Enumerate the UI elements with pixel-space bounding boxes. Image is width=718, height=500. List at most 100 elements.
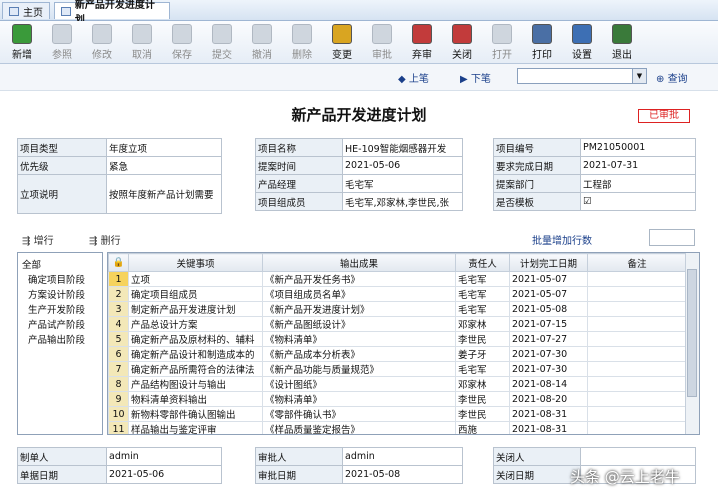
- delete-row-button[interactable]: ⇶ 删行: [89, 232, 121, 247]
- tab-home[interactable]: 主页: [2, 2, 50, 19]
- col-header[interactable]: 计划完工日期: [509, 253, 588, 272]
- tree-node[interactable]: 方案设计阶段: [28, 287, 85, 301]
- project-name-field[interactable]: HE-109智能烟感器开发: [342, 138, 463, 157]
- toolbar-button[interactable]: 撤消: [244, 23, 280, 61]
- col-header[interactable]: 责任人: [455, 253, 510, 272]
- table-row[interactable]: 4 产品总设计方案 《新产品图纸设计》 邓家林 2021-07-15: [108, 316, 687, 332]
- table-cell[interactable]: 样品输出与鉴定评审: [128, 421, 263, 434]
- toolbar-button[interactable]: 删除: [284, 23, 320, 61]
- table-row[interactable]: 5 确定新产品及原材料的、辅料 《物料清单》 李世民 2021-07-27: [108, 331, 687, 347]
- col-header[interactable]: 关键事项: [128, 253, 263, 272]
- batch-add-rows-link[interactable]: 批量增加行数: [532, 232, 592, 247]
- table-cell[interactable]: [587, 316, 687, 332]
- table-row[interactable]: 3 制定新产品开发进度计划 《新产品开发进度计划》 毛宅军 2021-05-08: [108, 301, 687, 317]
- table-row[interactable]: 2 确定项目组成员 《项目组成员名单》 毛宅军 2021-05-07: [108, 286, 687, 302]
- table-cell[interactable]: 《新产品开发进度计划》: [262, 301, 456, 317]
- tree-node[interactable]: 产品输出阶段: [28, 332, 85, 346]
- toolbar-button[interactable]: 提交: [204, 23, 240, 61]
- table-cell[interactable]: 邓家林: [455, 376, 510, 392]
- add-row-button[interactable]: ⇶ 增行: [22, 232, 54, 247]
- table-cell[interactable]: [587, 331, 687, 347]
- table-cell[interactable]: 《新产品功能与质量规范》: [262, 361, 456, 377]
- table-cell[interactable]: 2021-08-31: [509, 406, 588, 422]
- tab-dev-plan[interactable]: 新产品开发进度计划: [54, 0, 170, 26]
- table-cell[interactable]: 西施: [455, 421, 510, 434]
- toolbar-button[interactable]: 修改: [84, 23, 120, 61]
- table-cell[interactable]: 2021-05-07: [509, 271, 588, 287]
- table-cell[interactable]: 2021-07-27: [509, 331, 588, 347]
- table-cell[interactable]: 邓家林: [455, 316, 510, 332]
- batch-count-input[interactable]: [649, 229, 695, 246]
- table-cell[interactable]: [587, 421, 687, 434]
- table-cell[interactable]: 2021-07-30: [509, 346, 588, 362]
- toolbar-button[interactable]: 保存: [164, 23, 200, 61]
- toolbar-button[interactable]: 关闭: [444, 23, 480, 61]
- toolbar-button[interactable]: 新增: [4, 23, 40, 61]
- department-field[interactable]: 工程部: [580, 174, 696, 193]
- table-cell[interactable]: 确定新产品所需符合的法律法: [128, 361, 263, 377]
- table-cell[interactable]: 《新产品开发任务书》: [262, 271, 456, 287]
- table-cell[interactable]: 《零部件确认书》: [262, 406, 456, 422]
- tree-node[interactable]: 全部: [22, 257, 41, 271]
- tree-node[interactable]: 产品试产阶段: [28, 317, 85, 331]
- table-cell[interactable]: 《设计图纸》: [262, 376, 456, 392]
- col-header[interactable]: 备注: [587, 253, 687, 272]
- toolbar-button[interactable]: 参照: [44, 23, 80, 61]
- grid-scrollbar[interactable]: [685, 253, 699, 434]
- toolbar-button[interactable]: 审批: [364, 23, 400, 61]
- table-cell[interactable]: 确定项目组成员: [128, 286, 263, 302]
- table-cell[interactable]: 2021-07-30: [509, 361, 588, 377]
- table-cell[interactable]: 产品总设计方案: [128, 316, 263, 332]
- table-cell[interactable]: [587, 346, 687, 362]
- toolbar-button[interactable]: 弃审: [404, 23, 440, 61]
- table-cell[interactable]: [587, 406, 687, 422]
- project-no-field[interactable]: PM21050001: [580, 138, 696, 157]
- next-record-link[interactable]: ▶ 下笔: [460, 70, 491, 85]
- table-cell[interactable]: 立项: [128, 271, 263, 287]
- priority-field[interactable]: 紧急: [106, 156, 222, 175]
- table-cell[interactable]: 毛宅军: [455, 286, 510, 302]
- toolbar-button[interactable]: 取消: [124, 23, 160, 61]
- table-cell[interactable]: 2021-05-07: [509, 286, 588, 302]
- table-cell[interactable]: 2021-08-14: [509, 376, 588, 392]
- table-cell[interactable]: 姜子牙: [455, 346, 510, 362]
- table-row[interactable]: 10 新物料零部件确认图输出 《零部件确认书》 李世民 2021-08-31: [108, 406, 687, 422]
- table-cell[interactable]: 2021-08-20: [509, 391, 588, 407]
- tree-node[interactable]: 生产开发阶段: [28, 302, 85, 316]
- table-row[interactable]: 11 样品输出与鉴定评审 《样品质量鉴定报告》 西施 2021-08-31: [108, 421, 687, 434]
- product-manager-field[interactable]: 毛宅军: [342, 174, 463, 193]
- table-cell[interactable]: 新物料零部件确认图输出: [128, 406, 263, 422]
- table-cell[interactable]: 毛宅军: [455, 301, 510, 317]
- table-cell[interactable]: 物料清单资料输出: [128, 391, 263, 407]
- table-cell[interactable]: [587, 391, 687, 407]
- table-cell[interactable]: 制定新产品开发进度计划: [128, 301, 263, 317]
- table-cell[interactable]: 《物料清单》: [262, 391, 456, 407]
- table-cell[interactable]: 《新产品图纸设计》: [262, 316, 456, 332]
- toolbar-button[interactable]: 打印: [524, 23, 560, 61]
- table-cell[interactable]: 确定新产品设计和制造成本的: [128, 346, 263, 362]
- record-search-combo[interactable]: ▼: [517, 68, 647, 84]
- prev-record-link[interactable]: ◆ 上笔: [398, 70, 429, 85]
- tree-node[interactable]: 确定项目阶段: [28, 272, 85, 286]
- project-desc-field[interactable]: 按照年度新产品计划需要: [106, 174, 222, 214]
- scroll-thumb[interactable]: [687, 269, 697, 397]
- proposal-date-field[interactable]: 2021-05-06: [342, 156, 463, 175]
- table-cell[interactable]: 《项目组成员名单》: [262, 286, 456, 302]
- table-cell[interactable]: 《样品质量鉴定报告》: [262, 421, 456, 434]
- project-type-field[interactable]: 年度立项: [106, 138, 222, 157]
- table-cell[interactable]: 2021-07-15: [509, 316, 588, 332]
- table-cell[interactable]: 毛宅军: [455, 271, 510, 287]
- team-members-field[interactable]: 毛宅军,邓家林,李世民,张: [342, 192, 463, 211]
- table-cell[interactable]: 李世民: [455, 406, 510, 422]
- toolbar-button[interactable]: 打开: [484, 23, 520, 61]
- table-row[interactable]: 1 立项 《新产品开发任务书》 毛宅军 2021-05-07: [108, 271, 687, 287]
- table-cell[interactable]: [587, 286, 687, 302]
- table-cell[interactable]: [587, 376, 687, 392]
- toolbar-button[interactable]: 变更: [324, 23, 360, 61]
- toolbar-button[interactable]: 设置: [564, 23, 600, 61]
- table-row[interactable]: 7 确定新产品所需符合的法律法 《新产品功能与质量规范》 毛宅军 2021-07-30: [108, 361, 687, 377]
- due-date-field[interactable]: 2021-07-31: [580, 156, 696, 175]
- table-cell[interactable]: [587, 301, 687, 317]
- table-row[interactable]: 8 产品结构图设计与输出 《设计图纸》 邓家林 2021-08-14: [108, 376, 687, 392]
- table-cell[interactable]: 产品结构图设计与输出: [128, 376, 263, 392]
